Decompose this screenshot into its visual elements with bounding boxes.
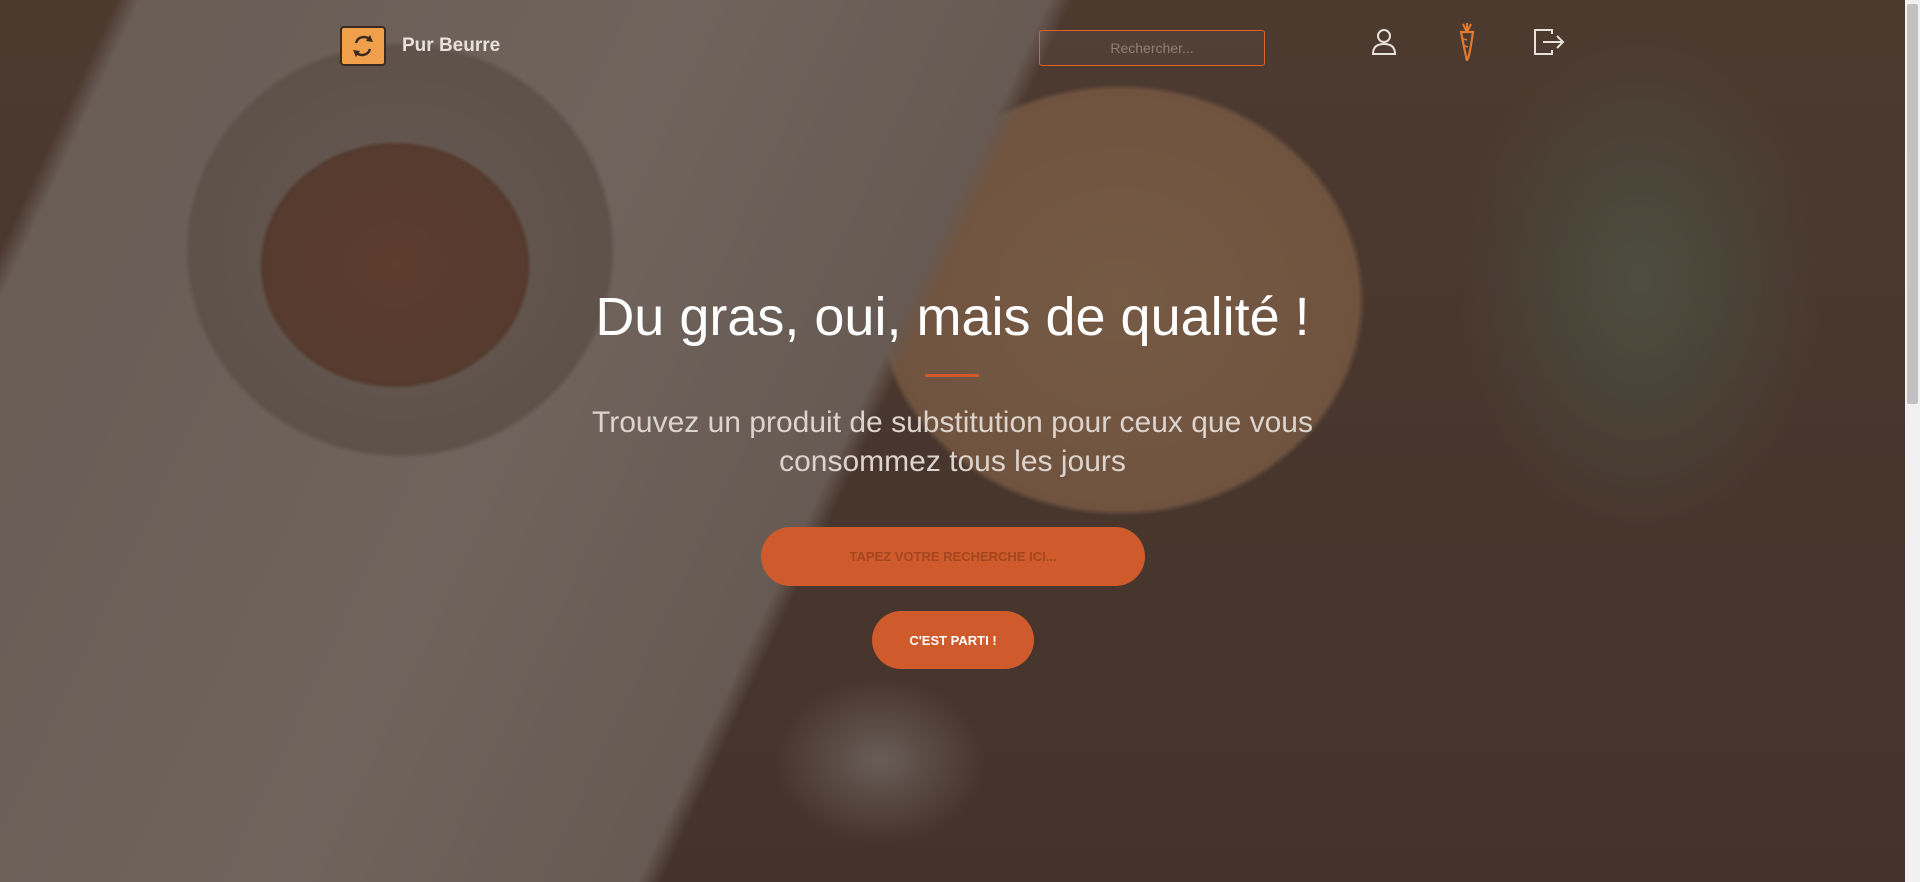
navbar: Pur Beurre [0,0,1905,100]
carrot-icon[interactable] [1450,23,1484,62]
page: Pur Beurre Du gras, oui, mais de qualité… [0,0,1920,882]
hero-title: Du gras, oui, mais de qualité ! [595,287,1310,347]
brand-name: Pur Beurre [402,35,501,56]
user-icon[interactable] [1367,24,1401,60]
scrollbar-thumb[interactable] [1907,4,1918,404]
title-divider [925,374,979,377]
scrollbar[interactable] [1905,0,1920,882]
navbar-search-input[interactable] [1039,30,1265,66]
submit-button[interactable]: C'EST PARTI ! [872,611,1034,669]
hero-subtitle: Trouvez un produit de substitution pour … [592,406,1313,478]
hero-search-input[interactable] [761,527,1145,586]
brand-link[interactable]: Pur Beurre [340,26,500,66]
logout-icon[interactable] [1532,24,1566,60]
logo-icon [340,26,386,66]
